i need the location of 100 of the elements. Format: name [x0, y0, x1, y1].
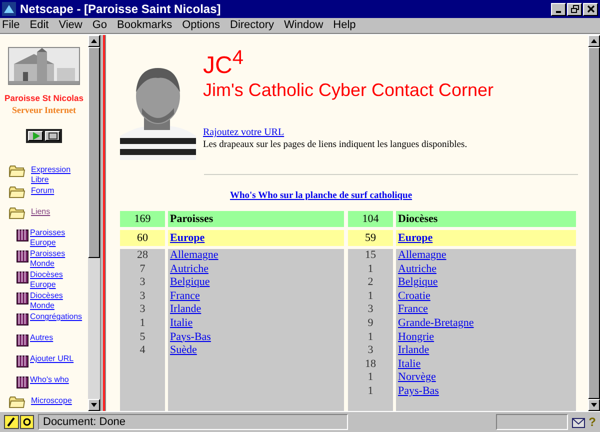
- nav-link[interactable]: Microscope: [31, 396, 87, 406]
- book-icon: [16, 270, 29, 284]
- country-link[interactable]: Irlande: [398, 344, 576, 358]
- nav-link[interactable]: Diocèses Europe: [30, 270, 86, 290]
- play-button[interactable]: [28, 131, 43, 141]
- scroll-down-icon: [91, 403, 97, 407]
- book-icon: [16, 312, 29, 326]
- window-title: Netscape - [Paroisse Saint Nicolas]: [20, 2, 222, 16]
- menu-item[interactable]: Options: [182, 19, 220, 33]
- country-link[interactable]: Belgique: [398, 276, 576, 290]
- restore-icon: [570, 5, 578, 13]
- nav-link[interactable]: Ajouter URL: [30, 354, 86, 364]
- scroll-up-icon: [591, 39, 597, 43]
- menu-item[interactable]: Directory: [230, 19, 274, 33]
- folder-icon: [9, 186, 25, 198]
- nav-link[interactable]: Who's who: [30, 375, 86, 385]
- country-link[interactable]: Norvège: [398, 371, 576, 385]
- count-text: 3: [140, 290, 146, 304]
- nav-link[interactable]: Liens: [31, 207, 87, 217]
- country-link[interactable]: Irlande: [170, 303, 344, 317]
- country-link[interactable]: Italie: [398, 358, 576, 372]
- menu-item[interactable]: Edit: [30, 19, 49, 33]
- region-link[interactable]: Europe: [170, 232, 205, 244]
- count-text: 18: [365, 358, 376, 372]
- menu-item[interactable]: Window: [284, 19, 324, 33]
- country-link[interactable]: France: [398, 303, 576, 317]
- country-link[interactable]: Hongrie: [398, 330, 576, 344]
- page-logo: JC$^{4}$: [203, 46, 244, 79]
- count-text: 15: [365, 249, 376, 263]
- menu-item[interactable]: File: [2, 19, 20, 33]
- country-link[interactable]: Grande-Bretagne: [398, 316, 576, 331]
- count-text: 7: [140, 262, 146, 276]
- count-text: 3: [368, 303, 374, 317]
- flags-note: Les drapeaux sur les pages de liens indiquent les langues disponibles.: [203, 140, 468, 150]
- table-cell: 104: [348, 211, 393, 227]
- count-text: 3: [140, 276, 146, 290]
- nav-link[interactable]: Expression Libre: [31, 165, 87, 185]
- scroll-up-icon: [91, 39, 97, 43]
- country-link[interactable]: Allemagne: [398, 249, 576, 263]
- scroll-down-icon: [591, 403, 597, 407]
- book-icon: [16, 228, 29, 242]
- folder-icon: [9, 207, 25, 219]
- country-link[interactable]: Autriche: [398, 262, 576, 276]
- scrollbar[interactable]: [88, 35, 100, 411]
- minimize-button[interactable]: [551, 2, 566, 16]
- count-text: 3: [140, 303, 146, 317]
- country-link[interactable]: Belgique: [170, 276, 344, 290]
- play-icon: [30, 132, 40, 140]
- table-cell: Diocèses: [396, 211, 576, 227]
- folder-icon: [9, 165, 25, 177]
- country-link[interactable]: Pays-Bas: [170, 330, 344, 344]
- folder-icon: [9, 396, 25, 408]
- count-text: 1: [368, 290, 374, 304]
- close-icon: [586, 5, 594, 13]
- region-link[interactable]: Europe: [398, 232, 433, 244]
- table-cell: 60: [120, 230, 165, 246]
- table-cell: Paroisses: [168, 211, 344, 227]
- count-text: 3: [368, 344, 374, 358]
- count-text: 1: [140, 316, 146, 331]
- whos-who-link[interactable]: Who's Who sur la planche de surf catholique: [230, 191, 412, 201]
- count-text: 1: [368, 371, 374, 385]
- book-icon: [16, 375, 29, 389]
- page-title: Jim's Catholic Cyber Contact Corner: [203, 79, 494, 101]
- book-icon: [16, 249, 29, 263]
- country-link[interactable]: Pays-Bas: [398, 384, 576, 399]
- country-link[interactable]: Croatie: [398, 290, 576, 304]
- count-text: 9: [368, 316, 374, 331]
- menu-item[interactable]: Help: [333, 19, 356, 33]
- count-text: 2: [368, 276, 374, 290]
- stop-button[interactable]: [45, 131, 60, 141]
- country-link[interactable]: Autriche: [170, 262, 344, 276]
- restore-button[interactable]: [567, 2, 582, 16]
- nav-link[interactable]: Autres: [30, 333, 86, 343]
- mail-icon: [572, 416, 585, 428]
- count-text: 4: [140, 344, 146, 358]
- table-cell: 169: [120, 211, 165, 227]
- nav-link[interactable]: Paroisses Europe: [30, 228, 86, 248]
- stop-icon: [48, 132, 58, 140]
- menu-item[interactable]: Bookmarks: [117, 19, 172, 33]
- country-link[interactable]: Italie: [170, 316, 344, 331]
- country-link[interactable]: Suède: [170, 344, 344, 358]
- nav-link[interactable]: Congrégations: [30, 312, 86, 322]
- add-url-link[interactable]: Rajoutez votre URL: [203, 127, 494, 138]
- country-link[interactable]: France: [170, 290, 344, 304]
- nav-link[interactable]: Diocèses Monde: [30, 291, 86, 311]
- country-link[interactable]: Allemagne: [170, 249, 344, 263]
- site-name: Paroisse St Nicolas: [4, 93, 84, 103]
- book-icon: [16, 354, 29, 368]
- count-text: 28: [137, 249, 148, 263]
- count-text: 1: [368, 262, 374, 276]
- close-button[interactable]: [583, 2, 598, 16]
- table-cell: 59: [348, 230, 393, 246]
- nav-link[interactable]: Forum: [31, 186, 87, 196]
- nav-link[interactable]: Paroisses Monde: [30, 249, 86, 269]
- count-text: 1: [368, 330, 374, 344]
- scrollbar[interactable]: [588, 35, 600, 411]
- count-text: 5: [140, 330, 146, 344]
- menu-item[interactable]: Go: [92, 19, 108, 33]
- menu-item[interactable]: View: [58, 19, 82, 33]
- book-icon: [16, 333, 29, 347]
